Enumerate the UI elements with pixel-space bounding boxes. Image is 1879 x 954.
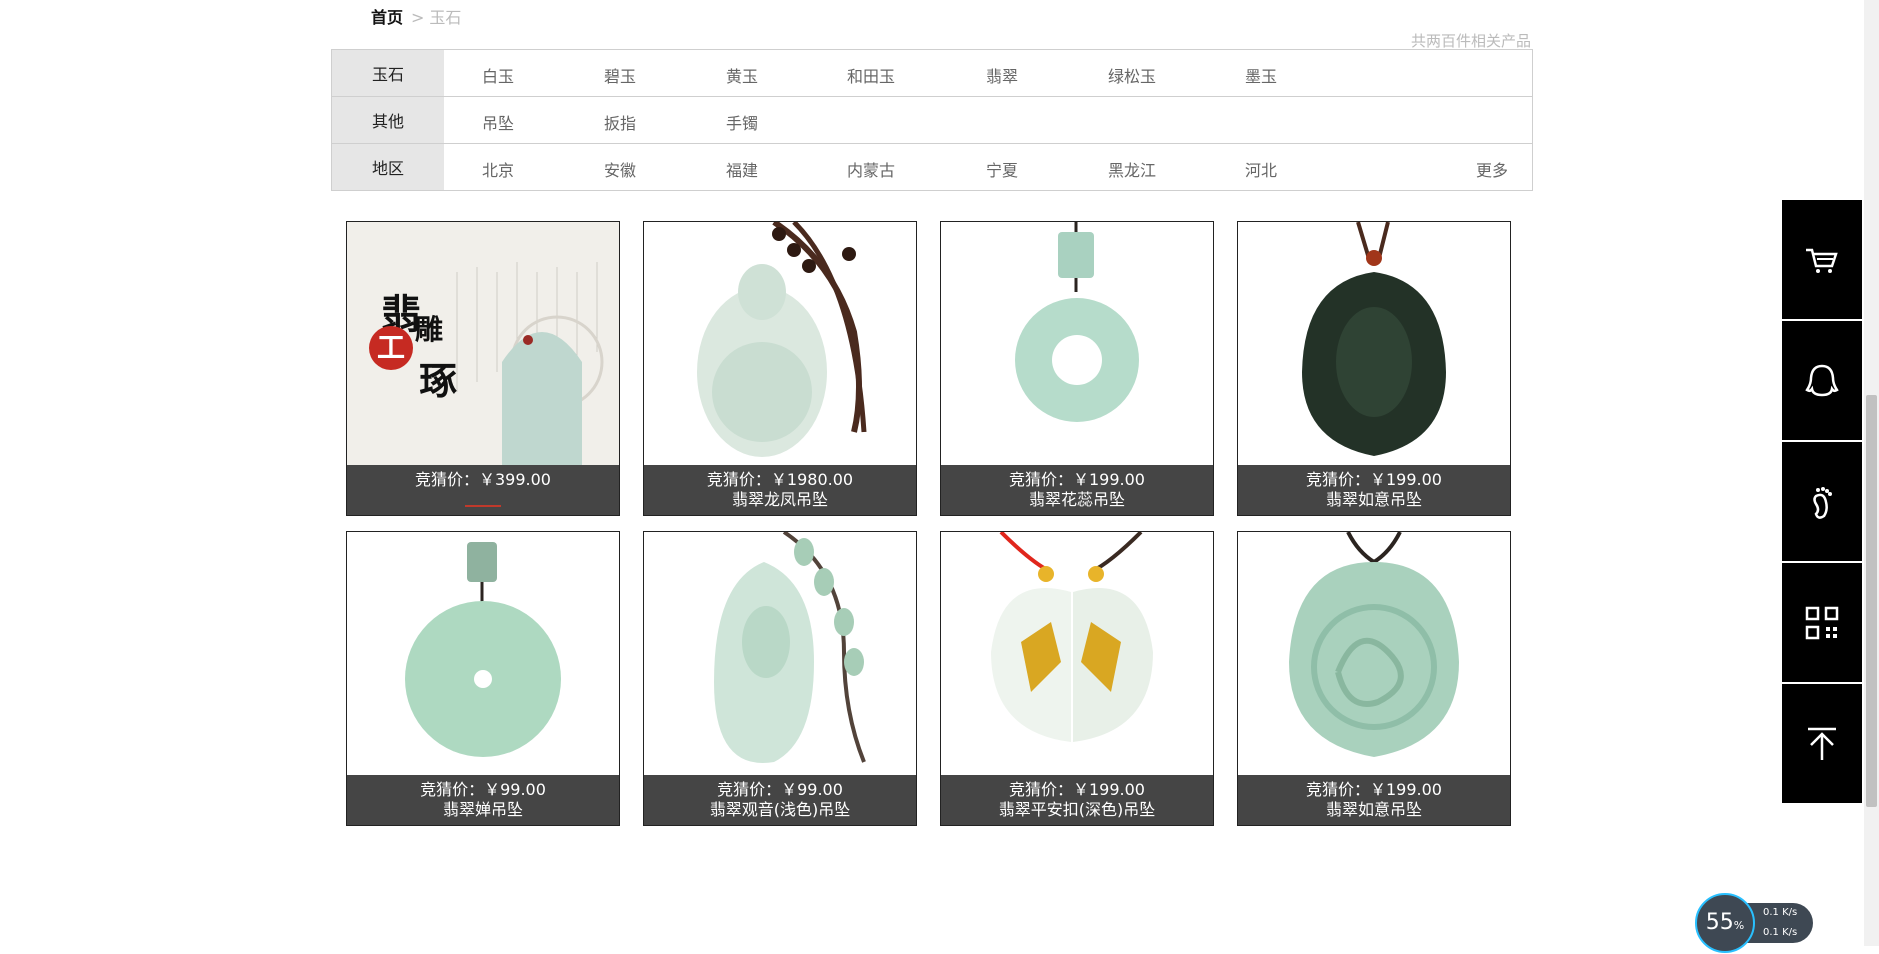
filter-row-region: 地区 北京 安徽 福建 内蒙古 宁夏 黑龙江 河北 更多 [332, 143, 1532, 190]
filter-head: 其他 [332, 97, 444, 143]
product-name[interactable]: 翡翠观音(浅色)吊坠 [644, 800, 916, 820]
product-card[interactable]: 竞猜价：￥199.00 翡翠花蕊吊坠 [940, 221, 1214, 516]
product-price: 竞猜价：￥399.00 [415, 470, 551, 489]
product-caption: 竞猜价：￥1980.00 翡翠龙凤吊坠 [644, 465, 916, 515]
filter-row-jade: 玉石 白玉 碧玉 黄玉 和田玉 翡翠 绿松玉 墨玉 [332, 50, 1532, 96]
filter-items: 吊坠 扳指 手镯 [444, 97, 1532, 143]
product-caption: 竞猜价：￥399.00 [347, 465, 619, 515]
filter-head: 玉石 [332, 50, 444, 96]
filter-table: 玉石 白玉 碧玉 黄玉 和田玉 翡翠 绿松玉 墨玉 其他 吊坠 扳指 手镯 地区… [331, 49, 1533, 191]
product-card[interactable]: 竞猜价：￥99.00 翡翠婵吊坠 [346, 531, 620, 826]
product-image[interactable] [1238, 532, 1510, 776]
download-rate-value: 0.1 [1763, 927, 1779, 938]
product-price: 竞猜价：￥199.00 [1306, 470, 1442, 489]
product-price: 竞猜价：￥199.00 [1306, 780, 1442, 799]
product-price: 竞猜价：￥199.00 [1009, 780, 1145, 799]
filter-item[interactable]: 内蒙古 [847, 157, 895, 181]
filter-head: 地区 [332, 144, 444, 190]
scrollbar-thumb[interactable] [1866, 395, 1877, 807]
product-card[interactable]: 竞猜价：￥199.00 翡翠如意吊坠 [1237, 221, 1511, 516]
memory-usage-unit: % [1733, 919, 1745, 932]
breadcrumb-current[interactable]: 玉石 [429, 8, 461, 27]
cart-button[interactable] [1782, 200, 1862, 319]
product-image[interactable] [644, 532, 916, 776]
filter-item[interactable]: 黄玉 [726, 63, 758, 87]
filter-item[interactable]: 手镯 [726, 110, 758, 134]
upload-rate: 0.1 K/s [1745, 903, 1813, 923]
product-card[interactable]: 竞猜价：￥199.00 翡翠如意吊坠 [1237, 531, 1511, 826]
filter-item[interactable]: 宁夏 [986, 157, 1018, 181]
product-price: 竞猜价：￥99.00 [420, 780, 546, 799]
product-image[interactable] [941, 532, 1213, 776]
qq-button[interactable] [1782, 321, 1862, 440]
filter-item[interactable]: 绿松玉 [1108, 63, 1156, 87]
product-caption: 竞猜价：￥199.00 翡翠花蕊吊坠 [941, 465, 1213, 515]
product-caption: 竞猜价：￥99.00 翡翠观音(浅色)吊坠 [644, 775, 916, 825]
product-caption: 竞猜价：￥199.00 翡翠平安扣(深色)吊坠 [941, 775, 1213, 825]
product-image[interactable]: 翡 雕 琢 工 [347, 222, 619, 466]
product-image[interactable] [644, 222, 916, 466]
banner-seal: 工 [369, 326, 413, 370]
price-underline [465, 505, 501, 507]
banner-char: 雕 [415, 313, 444, 346]
cart-icon [1806, 248, 1838, 273]
footprint-icon [1813, 486, 1832, 519]
filter-items: 北京 安徽 福建 内蒙古 宁夏 黑龙江 河北 更多 [444, 144, 1532, 190]
product-caption: 竞猜价：￥199.00 翡翠如意吊坠 [1238, 465, 1510, 515]
product-image[interactable] [1238, 222, 1510, 466]
product-card[interactable]: 竞猜价：￥1980.00 翡翠龙凤吊坠 [643, 221, 917, 516]
product-price: 竞猜价：￥99.00 [717, 780, 843, 799]
filter-item[interactable]: 碧玉 [604, 63, 636, 87]
download-rate-unit: K/s [1782, 927, 1798, 938]
memory-usage-value: 55 [1705, 910, 1734, 935]
product-card[interactable]: 竞猜价：￥99.00 翡翠观音(浅色)吊坠 [643, 531, 917, 826]
filter-item[interactable]: 福建 [726, 157, 758, 181]
product-card[interactable]: 竞猜价：￥199.00 翡翠平安扣(深色)吊坠 [940, 531, 1214, 826]
filter-item[interactable]: 白玉 [482, 63, 514, 87]
product-card[interactable]: 翡 雕 琢 工 竞猜价：￥399.00 [346, 221, 620, 516]
product-caption: 竞猜价：￥99.00 翡翠婵吊坠 [347, 775, 619, 825]
filter-items: 白玉 碧玉 黄玉 和田玉 翡翠 绿松玉 墨玉 [444, 50, 1532, 96]
product-price: 竞猜价：￥1980.00 [706, 470, 854, 489]
product-name[interactable]: 翡翠平安扣(深色)吊坠 [941, 800, 1213, 820]
filter-item[interactable]: 翡翠 [986, 63, 1018, 87]
network-speed-widget[interactable]: 0.1 K/s 0.1 K/s 55% [1695, 893, 1815, 953]
filter-item[interactable]: 吊坠 [482, 110, 514, 134]
download-rate: 0.1 K/s [1745, 923, 1813, 943]
product-price: 竞猜价：￥199.00 [1009, 470, 1145, 489]
filter-item[interactable]: 和田玉 [847, 63, 895, 87]
banner-char: 琢 [419, 358, 458, 403]
breadcrumb: 首页 > 玉石 [371, 8, 461, 28]
memory-usage-circle: 55% [1695, 893, 1755, 953]
back-to-top-icon [1808, 727, 1836, 760]
filter-row-other: 其他 吊坠 扳指 手镯 [332, 96, 1532, 143]
product-name[interactable]: 翡翠如意吊坠 [1238, 800, 1510, 820]
filter-item[interactable]: 黑龙江 [1108, 157, 1156, 181]
product-name[interactable]: 翡翠婵吊坠 [347, 800, 619, 820]
product-name[interactable]: 翡翠龙凤吊坠 [644, 490, 916, 510]
qq-icon [1805, 364, 1839, 396]
qrcode-icon [1805, 606, 1839, 639]
filter-more-link[interactable]: 更多 [1476, 157, 1508, 181]
network-rates: 0.1 K/s 0.1 K/s [1745, 903, 1813, 943]
product-name[interactable]: 翡翠花蕊吊坠 [941, 490, 1213, 510]
floating-sidebar [1782, 200, 1862, 805]
filter-item[interactable]: 墨玉 [1245, 63, 1277, 87]
qrcode-button[interactable] [1782, 563, 1862, 682]
back-to-top-button[interactable] [1782, 684, 1862, 803]
footprint-button[interactable] [1782, 442, 1862, 561]
upload-rate-unit: K/s [1782, 907, 1798, 918]
filter-item[interactable]: 河北 [1245, 157, 1277, 181]
filter-item[interactable]: 安徽 [604, 157, 636, 181]
product-name[interactable]: 翡翠如意吊坠 [1238, 490, 1510, 510]
upload-rate-value: 0.1 [1763, 907, 1779, 918]
breadcrumb-home[interactable]: 首页 [371, 8, 403, 27]
product-caption: 竞猜价：￥199.00 翡翠如意吊坠 [1238, 775, 1510, 825]
breadcrumb-separator: > [411, 8, 425, 27]
result-count: 共两百件相关产品 [1410, 32, 1531, 50]
product-image[interactable] [941, 222, 1213, 466]
filter-item[interactable]: 北京 [482, 157, 514, 181]
product-image[interactable] [347, 532, 619, 776]
filter-item[interactable]: 扳指 [604, 110, 636, 134]
